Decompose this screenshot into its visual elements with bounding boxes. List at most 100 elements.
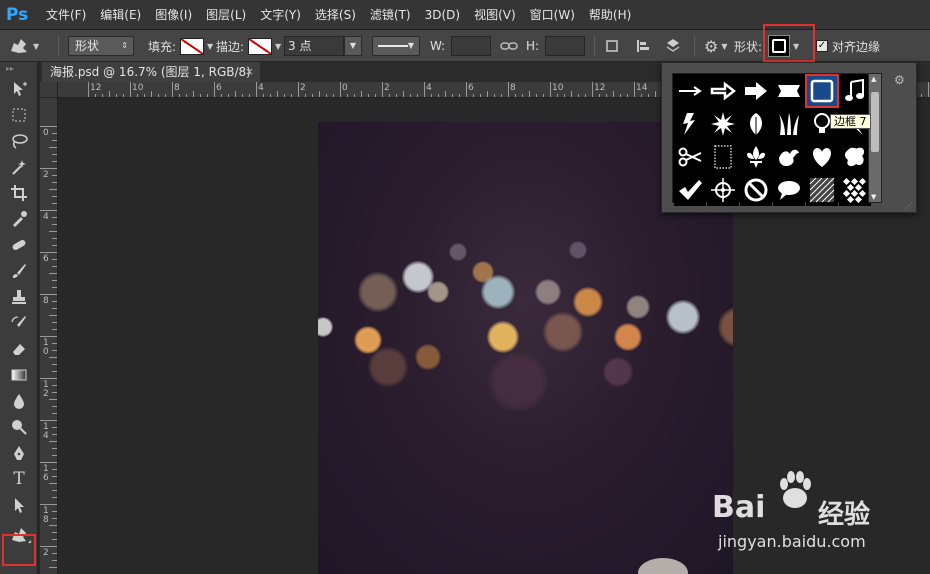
pen-tool[interactable]	[0, 440, 38, 466]
menu-filter[interactable]: 滤镜(T)	[370, 6, 411, 23]
healing-brush-tool[interactable]	[0, 232, 38, 258]
shape-blob[interactable]	[839, 141, 871, 173]
history-brush-icon	[11, 316, 26, 327]
pen-icon	[14, 446, 24, 460]
fill-swatch[interactable]	[180, 37, 205, 55]
ruler-label: 0	[43, 128, 49, 138]
type-tool[interactable]: T	[0, 466, 38, 492]
menu-select[interactable]: 选择(S)	[315, 6, 356, 23]
clone-stamp-tool[interactable]	[0, 284, 38, 310]
menu-layer[interactable]: 图层(L)	[206, 6, 246, 23]
shape-lightning[interactable]	[674, 108, 706, 140]
shape-leaf[interactable]	[740, 108, 772, 140]
lasso-icon	[12, 134, 28, 149]
width-field[interactable]	[451, 36, 492, 56]
shape-no-sign[interactable]	[740, 174, 772, 206]
scroll-up-icon[interactable]: ▲	[871, 75, 876, 83]
shape-fleur-de-lis[interactable]	[740, 141, 772, 173]
shape-grass[interactable]	[773, 108, 805, 140]
panel-grip[interactable]: ▸▸	[0, 62, 37, 76]
path-alignment-button[interactable]	[634, 35, 652, 57]
shape-arrow-fat[interactable]	[740, 75, 772, 107]
eraser-tool[interactable]	[0, 336, 38, 362]
document-tab[interactable]: 海报.psd @ 16.7% (图层 1, RGB/8) ×	[42, 62, 260, 82]
ruler-minor-tick	[49, 441, 57, 442]
shape-music-note[interactable]	[839, 75, 871, 107]
geometry-options-button[interactable]: ⚙ ▼	[704, 35, 728, 57]
dodge-tool[interactable]	[0, 414, 38, 440]
blur-tool[interactable]	[0, 388, 38, 414]
menu-type[interactable]: 文字(Y)	[260, 6, 301, 23]
arrow-thin-icon	[679, 86, 702, 96]
shape-frame-7[interactable]	[805, 74, 839, 108]
stroke-width-dropdown[interactable]: ▼	[344, 36, 362, 56]
ruler-minor-tick	[49, 147, 57, 148]
stroke-swatch[interactable]	[248, 37, 273, 55]
ruler-tick	[40, 546, 57, 547]
path-arrangement-icon	[666, 39, 680, 52]
menu-file[interactable]: 文件(F)	[46, 6, 86, 23]
type-icon: T	[13, 469, 25, 489]
close-icon[interactable]: ×	[245, 62, 254, 82]
shape-starburst[interactable]	[707, 108, 739, 140]
path-selection-tool[interactable]	[0, 492, 38, 518]
stroke-type-dropdown[interactable]: ▼	[372, 36, 420, 56]
path-arrangement-button[interactable]	[664, 35, 682, 57]
shape-speech-bubble[interactable]	[773, 174, 805, 206]
menu-window[interactable]: 窗口(W)	[530, 6, 575, 23]
height-field[interactable]	[545, 36, 586, 56]
scroll-thumb[interactable]	[871, 92, 879, 152]
brush-tool[interactable]	[0, 258, 38, 284]
crop-tool[interactable]	[0, 180, 38, 206]
path-operations-button[interactable]	[604, 35, 622, 57]
history-brush-tool[interactable]	[0, 310, 38, 336]
shape-grid-scrollbar[interactable]: ▲ ▼	[868, 73, 882, 203]
shape-arrow-thin[interactable]	[674, 75, 706, 107]
shape-scissors[interactable]	[674, 141, 706, 173]
mode-dropdown[interactable]: 形状 ⇕	[68, 36, 134, 56]
menu-image[interactable]: 图像(I)	[155, 6, 192, 23]
bandage-icon	[12, 240, 26, 250]
shape-banner[interactable]	[773, 75, 805, 107]
link-icon[interactable]	[500, 39, 518, 53]
marquee-icon	[12, 108, 26, 122]
vertical-ruler[interactable]: 0246810121416182	[40, 98, 58, 574]
shape-hatch-square[interactable]	[806, 174, 838, 206]
bokeh-light	[481, 275, 515, 309]
heart-icon	[812, 148, 832, 167]
shape-checkmark[interactable]	[674, 174, 706, 206]
droplet-icon	[14, 394, 24, 409]
align-edges-checkbox[interactable]: ✓	[816, 40, 828, 52]
rectangular-marquee-tool[interactable]	[0, 102, 38, 128]
shape-target[interactable]	[707, 174, 739, 206]
eyedropper-tool[interactable]	[0, 206, 38, 232]
resize-grip-icon[interactable]: ⋰	[905, 201, 913, 210]
menu-view[interactable]: 视图(V)	[474, 6, 516, 23]
shape-checker-diamond[interactable]	[839, 174, 871, 206]
shape-bird[interactable]	[773, 141, 805, 173]
stroke-width-field[interactable]: 3 点	[284, 36, 344, 56]
ruler-origin[interactable]	[40, 82, 58, 98]
bokeh-light	[569, 241, 587, 259]
gear-icon[interactable]: ⚙	[894, 73, 905, 87]
move-tool[interactable]	[0, 76, 38, 102]
watermark-brand-suffix: 经验	[818, 500, 871, 530]
ruler-minor-tick	[49, 315, 57, 316]
ruler-label: 0	[342, 83, 348, 93]
tool-preset-picker[interactable]: ▼	[8, 35, 39, 57]
menu-edit[interactable]: 编辑(E)	[100, 6, 141, 23]
lasso-tool[interactable]	[0, 128, 38, 154]
ruler-minor-tick	[49, 231, 57, 232]
ruler-label: 4	[258, 83, 264, 93]
magic-wand-tool[interactable]	[0, 154, 38, 180]
menu-3d[interactable]: 3D(D)	[425, 8, 460, 22]
shape-arrow-bold[interactable]	[707, 75, 739, 107]
path-operations-icon	[606, 40, 618, 52]
shape-label: 形状:	[734, 39, 763, 54]
ruler-minor-tick	[49, 483, 57, 484]
shape-dotted-frame[interactable]	[707, 141, 739, 173]
shape-heart[interactable]	[806, 141, 838, 173]
gradient-tool[interactable]	[0, 362, 38, 388]
scroll-down-icon[interactable]: ▼	[871, 193, 876, 201]
menu-help[interactable]: 帮助(H)	[589, 6, 631, 23]
